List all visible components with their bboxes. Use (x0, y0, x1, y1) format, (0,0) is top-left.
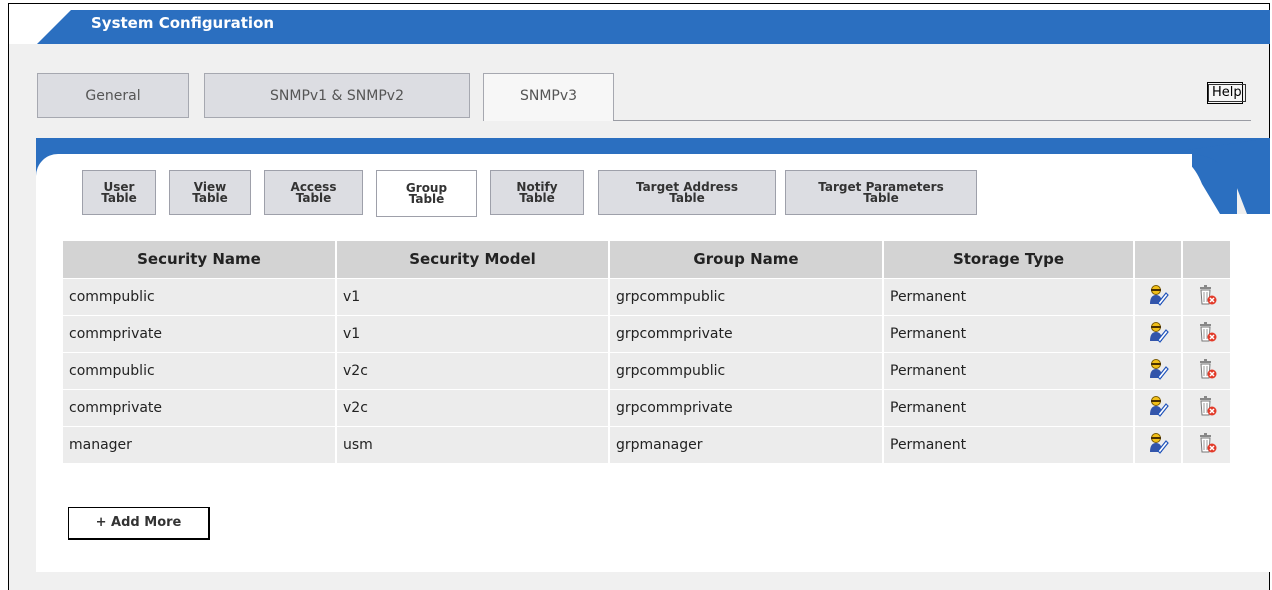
add-more-button[interactable]: + Add More (68, 507, 210, 540)
cell-security-name: commprivate (63, 314, 337, 352)
page-title: System Configuration (91, 14, 275, 32)
help-label: Help (1208, 84, 1246, 102)
tab-divider (613, 120, 1251, 121)
trash-delete-icon[interactable] (1182, 277, 1230, 315)
cell-storage-type: Permanent (883, 314, 1135, 352)
cell-storage-type: Permanent (883, 277, 1135, 315)
table-row: commpublic v2c grpcommpublic Permanent (63, 351, 1230, 389)
cell-security-name: commpublic (63, 277, 337, 315)
table-header-row: Security Name Security Model Group Name … (63, 241, 1230, 278)
tab-snmpv3[interactable]: SNMPv3 (483, 73, 614, 121)
cell-group-name: grpcommprivate (609, 388, 884, 426)
col-security-model: Security Model (336, 241, 610, 278)
trash-delete-icon[interactable] (1182, 314, 1230, 352)
col-security-name: Security Name (63, 241, 337, 278)
sub-tab-notify-table[interactable]: Notify Table (490, 170, 584, 215)
sub-tab-target-parameters-table[interactable]: Target Parameters Table (785, 170, 977, 215)
cell-security-name: commpublic (63, 351, 337, 389)
col-group-name: Group Name (609, 241, 884, 278)
table-row: commpublic v1 grpcommpublic Permanent (63, 277, 1230, 315)
cell-storage-type: Permanent (883, 351, 1135, 389)
col-storage-type: Storage Type (883, 241, 1135, 278)
cell-group-name: grpmanager (609, 425, 884, 463)
col-edit (1134, 241, 1183, 278)
cell-security-model: v1 (336, 314, 610, 352)
sub-tab-group-table[interactable]: Group Table (376, 170, 477, 217)
table-row: commprivate v1 grpcommprivate Permanent (63, 314, 1230, 352)
tab-snmpv1-v2[interactable]: SNMPv1 & SNMPv2 (204, 73, 470, 118)
panel-edge (1150, 154, 1220, 214)
edit-user-icon[interactable] (1134, 388, 1183, 426)
col-delete (1182, 241, 1230, 278)
cell-security-model: v2c (336, 351, 610, 389)
cell-group-name: grpcommpublic (609, 351, 884, 389)
cell-security-model: usm (336, 425, 610, 463)
table-body: commpublic v1 grpcommpublic Permanent commpr… (63, 277, 1230, 463)
trash-delete-icon[interactable] (1182, 388, 1230, 426)
cell-security-model: v2c (336, 388, 610, 426)
trash-delete-icon[interactable] (1182, 351, 1230, 389)
tab-general[interactable]: General (37, 73, 189, 118)
table-row: manager usm grpmanager Permanent (63, 425, 1230, 463)
trash-delete-icon[interactable] (1182, 425, 1230, 463)
cell-storage-type: Permanent (883, 425, 1135, 463)
cell-storage-type: Permanent (883, 388, 1135, 426)
cell-security-model: v1 (336, 277, 610, 315)
title-notch (37, 10, 71, 44)
sub-tab-user-table[interactable]: User Table (82, 170, 156, 215)
sub-tab-target-address-table[interactable]: Target Address Table (598, 170, 776, 215)
cell-security-name: manager (63, 425, 337, 463)
group-table: Security Name Security Model Group Name … (63, 241, 1230, 463)
edit-user-icon[interactable] (1134, 277, 1183, 315)
edit-user-icon[interactable] (1134, 314, 1183, 352)
edit-user-icon[interactable] (1134, 351, 1183, 389)
edit-user-icon[interactable] (1134, 425, 1183, 463)
cell-group-name: grpcommprivate (609, 314, 884, 352)
help-button[interactable]: Help (1207, 82, 1246, 104)
table-row: commprivate v2c grpcommprivate Permanent (63, 388, 1230, 426)
cell-group-name: grpcommpublic (609, 277, 884, 315)
cell-security-name: commprivate (63, 388, 337, 426)
sub-tab-view-table[interactable]: View Table (169, 170, 251, 215)
sub-tab-access-table[interactable]: Access Table (264, 170, 363, 215)
